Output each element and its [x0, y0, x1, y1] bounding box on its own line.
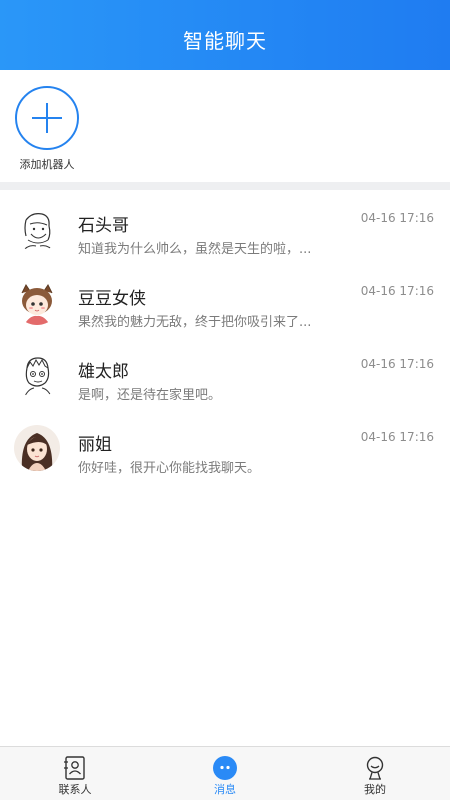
- chat-name: 雄太郎: [78, 362, 129, 382]
- chat-message-preview: 你好哇，很开心你能找我聊天。: [78, 461, 261, 476]
- tab-label: 消息: [214, 783, 236, 796]
- section-divider: [0, 182, 450, 190]
- chat-time: 04-16 17:16: [360, 430, 434, 444]
- chat-message-preview: 知道我为什么帅么，虽然是天生的啦，...: [78, 242, 312, 257]
- page-title: 智能聊天: [183, 28, 267, 53]
- avatar-lijie: [14, 425, 60, 471]
- avatar-shitouge: [14, 206, 60, 252]
- bottom-tab-bar: 联系人 消息 我的: [0, 746, 450, 800]
- chat-item-shitouge[interactable]: 石头哥 04-16 17:16 知道我为什么帅么，虽然是天生的啦，...: [0, 190, 450, 263]
- chat-item-doudou[interactable]: 豆豆女侠 04-16 17:16 果然我的魅力无敌，终于把你吸引来了...: [0, 263, 450, 336]
- profile-icon: [366, 756, 384, 780]
- app-header: 智能聊天: [0, 0, 450, 70]
- contacts-icon: [64, 756, 85, 780]
- tab-profile[interactable]: 我的: [300, 747, 450, 800]
- chat-name: 豆豆女侠: [78, 289, 146, 309]
- chat-item-xiongtailang[interactable]: 雄太郎 04-16 17:16 是啊，还是待在家里吧。: [0, 336, 450, 409]
- add-robot-section: 添加机器人: [0, 70, 450, 182]
- tab-label: 我的: [364, 783, 386, 796]
- avatar-doudou: [14, 279, 60, 325]
- chat-message-preview: 是啊，还是待在家里吧。: [78, 388, 222, 403]
- chat-message-preview: 果然我的魅力无敌，终于把你吸引来了...: [78, 315, 312, 330]
- add-robot-button[interactable]: [15, 86, 79, 150]
- chat-name: 石头哥: [78, 216, 129, 236]
- message-icon: [213, 756, 237, 780]
- avatar-xiongtailang: [14, 352, 60, 398]
- tab-contacts[interactable]: 联系人: [0, 747, 150, 800]
- chat-list: 石头哥 04-16 17:16 知道我为什么帅么，虽然是天生的啦，... 豆豆女…: [0, 190, 450, 482]
- chat-time: 04-16 17:16: [360, 211, 434, 225]
- plus-icon: [32, 103, 62, 133]
- tab-messages[interactable]: 消息: [150, 747, 300, 800]
- chat-time: 04-16 17:16: [360, 357, 434, 371]
- chat-item-lijie[interactable]: 丽姐 04-16 17:16 你好哇，很开心你能找我聊天。: [0, 409, 450, 482]
- add-robot-label: 添加机器人: [19, 158, 75, 171]
- tab-label: 联系人: [58, 783, 92, 796]
- chat-time: 04-16 17:16: [360, 284, 434, 298]
- chat-name: 丽姐: [78, 435, 112, 455]
